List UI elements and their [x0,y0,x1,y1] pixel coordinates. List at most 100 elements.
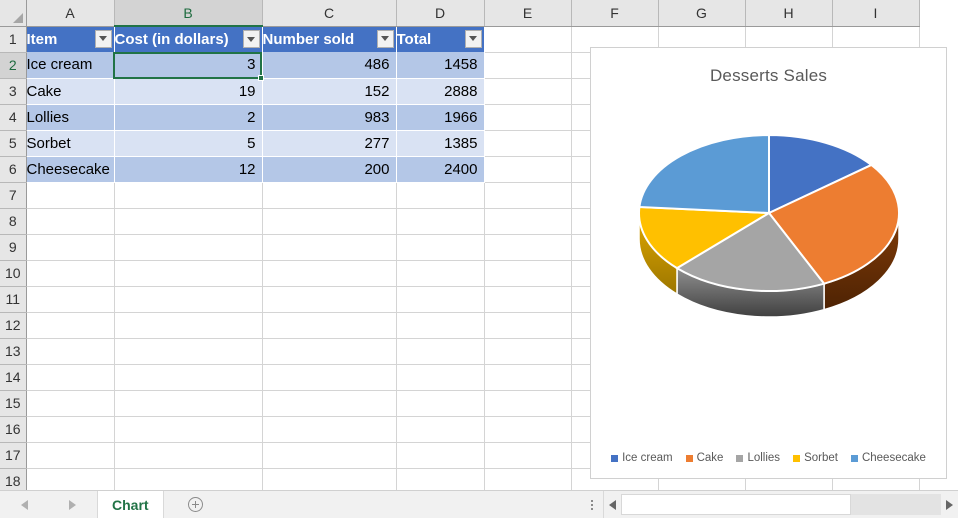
cell-A8[interactable] [26,208,115,235]
cell-D3[interactable]: 2888 [396,78,485,105]
row-header-12[interactable]: 12 [0,312,27,339]
cell-D15[interactable] [396,390,485,417]
cell-B15[interactable] [114,390,263,417]
row-header-14[interactable]: 14 [0,364,27,391]
cell-E18[interactable] [484,468,572,490]
cell-B2[interactable]: 3 [114,52,263,79]
cell-E7[interactable] [484,182,572,209]
column-header-a[interactable]: A [26,0,115,27]
column-header-g[interactable]: G [658,0,746,27]
cell-A7[interactable] [26,182,115,209]
row-header-4[interactable]: 4 [0,104,27,131]
cell-A10[interactable] [26,260,115,287]
legend-item-lollies[interactable]: Lollies [736,452,780,464]
cell-A6[interactable]: Cheesecake [26,156,115,183]
row-header-5[interactable]: 5 [0,130,27,157]
cell-E10[interactable] [484,260,572,287]
cell-A9[interactable] [26,234,115,261]
horizontal-scrollbar[interactable] [603,491,958,518]
cell-E8[interactable] [484,208,572,235]
cell-D12[interactable] [396,312,485,339]
cell-E1[interactable] [484,26,572,53]
column-header-e[interactable]: E [484,0,572,27]
row-header-11[interactable]: 11 [0,286,27,313]
filter-dropdown-D[interactable] [464,29,482,48]
cell-A13[interactable] [26,338,115,365]
cell-C11[interactable] [262,286,397,313]
row-header-6[interactable]: 6 [0,156,27,183]
cell-B11[interactable] [114,286,263,313]
cell-C3[interactable]: 152 [262,78,397,105]
cell-D16[interactable] [396,416,485,443]
previous-sheet-icon[interactable] [20,499,28,510]
filter-dropdown-C[interactable] [376,29,394,48]
row-header-3[interactable]: 3 [0,78,27,105]
cell-D10[interactable] [396,260,485,287]
cell-E15[interactable] [484,390,572,417]
cell-D7[interactable] [396,182,485,209]
cell-E2[interactable] [484,52,572,79]
pie-plot-area[interactable] [591,103,946,393]
cell-B8[interactable] [114,208,263,235]
cell-C4[interactable]: 983 [262,104,397,131]
scroll-right-icon[interactable] [941,494,958,515]
tab-resize-grip[interactable] [581,491,603,518]
cell-A5[interactable]: Sorbet [26,130,115,157]
cell-B9[interactable] [114,234,263,261]
cell-C13[interactable] [262,338,397,365]
cell-C5[interactable]: 277 [262,130,397,157]
filter-dropdown-A[interactable] [94,29,112,48]
cell-C8[interactable] [262,208,397,235]
cell-E4[interactable] [484,104,572,131]
cell-A3[interactable]: Cake [26,78,115,105]
cell-B18[interactable] [114,468,263,490]
legend-item-cheesecake[interactable]: Cheesecake [850,452,926,464]
column-header-d[interactable]: D [396,0,485,27]
cell-E14[interactable] [484,364,572,391]
cell-D1[interactable]: Total [396,26,485,52]
cell-C12[interactable] [262,312,397,339]
next-sheet-icon[interactable] [69,499,77,510]
column-header-h[interactable]: H [745,0,833,27]
cell-B1[interactable]: Cost (in dollars) [114,26,263,52]
cell-C6[interactable]: 200 [262,156,397,183]
cell-A14[interactable] [26,364,115,391]
scrollbar-track[interactable] [621,494,941,515]
cell-A16[interactable] [26,416,115,443]
cell-D9[interactable] [396,234,485,261]
cell-D14[interactable] [396,364,485,391]
pie-slice-cheesecake[interactable] [638,133,770,215]
cell-A12[interactable] [26,312,115,339]
row-header-10[interactable]: 10 [0,260,27,287]
cell-E11[interactable] [484,286,572,313]
cell-B4[interactable]: 2 [114,104,263,131]
cell-E3[interactable] [484,78,572,105]
cell-D17[interactable] [396,442,485,469]
cell-A11[interactable] [26,286,115,313]
scroll-left-icon[interactable] [604,494,621,515]
column-header-b[interactable]: B [114,0,263,27]
cell-B16[interactable] [114,416,263,443]
cell-D13[interactable] [396,338,485,365]
row-header-7[interactable]: 7 [0,182,27,209]
chart-object[interactable]: Desserts Sales Ice cream Cake Lollies So… [590,47,947,479]
cell-D6[interactable]: 2400 [396,156,485,183]
cell-B7[interactable] [114,182,263,209]
cell-C18[interactable] [262,468,397,490]
cell-D11[interactable] [396,286,485,313]
cell-C2[interactable]: 486 [262,52,397,79]
cell-E12[interactable] [484,312,572,339]
cell-D8[interactable] [396,208,485,235]
cell-E9[interactable] [484,234,572,261]
cell-B3[interactable]: 19 [114,78,263,105]
cell-D5[interactable]: 1385 [396,130,485,157]
cell-D2[interactable]: 1458 [396,52,485,79]
cell-E16[interactable] [484,416,572,443]
chart-legend[interactable]: Ice cream Cake Lollies Sorbet Cheesecake [591,452,946,464]
cell-B12[interactable] [114,312,263,339]
row-header-2[interactable]: 2 [0,52,27,79]
scrollbar-thumb[interactable] [621,494,852,515]
row-header-8[interactable]: 8 [0,208,27,235]
cell-C16[interactable] [262,416,397,443]
cell-E13[interactable] [484,338,572,365]
